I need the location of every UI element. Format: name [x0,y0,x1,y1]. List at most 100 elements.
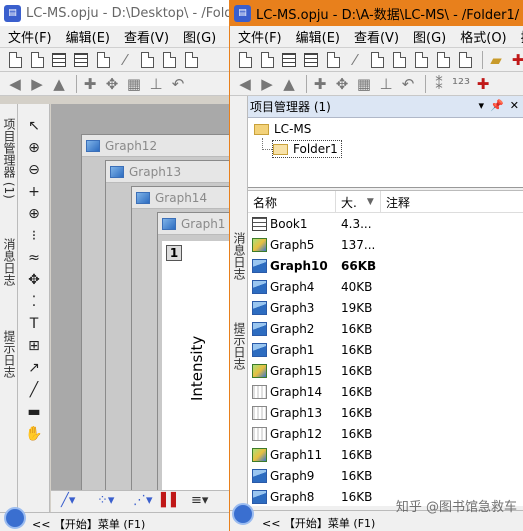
search-globe-icon[interactable] [4,507,26,529]
new-notes-icon[interactable] [138,51,156,69]
data-cursor-tool-icon[interactable]: ⁝ [24,226,44,246]
dropdown-arrow-icon[interactable]: ▾ [479,99,485,112]
new-document-icon[interactable] [28,51,46,69]
front-menu-format[interactable]: 格式(O) [460,27,506,46]
open-folder-icon[interactable]: ▰ [487,51,505,69]
list-item[interactable]: Graph14 16KB [248,381,523,402]
layer-number-button[interactable]: 1 [166,245,182,261]
new-project-icon[interactable] [236,51,254,69]
open-icon[interactable] [182,51,200,69]
line-tool-icon[interactable]: ╱ [24,380,44,400]
list-item[interactable]: Book1 4.3... [248,213,523,234]
undo-icon[interactable]: ↶ [399,75,417,93]
front-window-titlebar[interactable]: ▤ LC-MS.opju - D:\A-数据\LC-MS\ - /Folder1… [230,0,523,26]
new-workbook-icon[interactable] [50,51,68,69]
back-menu-file[interactable]: 文件(F) [8,27,52,46]
layer-content-icon[interactable]: ▦ [125,75,143,93]
new-excel-icon[interactable] [412,51,430,69]
forward-arrow-icon[interactable]: ▶ [28,75,46,93]
new-note-icon[interactable] [456,51,474,69]
new-notes-icon[interactable] [368,51,386,69]
scatter-plot-icon[interactable]: ⁘▾ [97,493,114,508]
new-function-icon[interactable]: ⁄ [116,51,134,69]
new-document-icon[interactable] [258,51,276,69]
new-project-icon[interactable] [6,51,24,69]
list-item[interactable]: Graph15 16KB [248,360,523,381]
front-vtab-message-log[interactable]: 消息日志 [230,228,248,280]
column-header-name[interactable]: 名称 [248,191,336,213]
layer-content-icon[interactable]: ▦ [355,75,373,93]
list-item[interactable]: Graph12 16KB [248,423,523,444]
arrow-tool-icon[interactable]: ↗ [24,358,44,378]
column-header-size[interactable]: 大. ▼ [336,191,381,213]
hand-tool-icon[interactable]: ✋ [24,424,44,444]
forward-arrow-icon[interactable]: ▶ [258,75,276,93]
crosshair-tool-icon[interactable]: + [24,182,44,202]
rescale-icon[interactable]: ✥ [103,75,121,93]
fill-column-icon[interactable]: ✚ [474,75,492,93]
back-menu-graph[interactable]: 图(G) [183,27,216,46]
undo-icon[interactable]: ↶ [169,75,187,93]
line-symbol-plot-icon[interactable]: ⋰▾ [133,493,153,508]
pin-icon[interactable]: ⊥ [377,75,395,93]
front-menu-view[interactable]: 查看(V) [354,27,399,46]
graph-page[interactable]: 1 Intensity 1. 9. 9. 8. 8. 7. 7. [162,241,235,490]
data-reader-tool-icon[interactable]: ⊕ [24,204,44,224]
new-function-icon[interactable]: ⁄ [346,51,364,69]
pointer-tool-icon[interactable]: ↖ [24,116,44,136]
list-item[interactable]: Graph1 16KB [248,339,523,360]
back-status-text[interactable]: << 【开始】菜单 (F1) [32,516,145,531]
rectangle-tool-icon[interactable]: ▬ [24,402,44,422]
close-icon[interactable]: ✕ [510,99,519,112]
new-layout-icon[interactable] [160,51,178,69]
back-menu-edit[interactable]: 编辑(E) [66,27,110,46]
add-layer-icon[interactable]: ✚ [311,75,329,93]
list-item[interactable]: Graph2 16KB [248,318,523,339]
up-folder-icon[interactable]: ▲ [50,75,68,93]
new-matrix-icon[interactable] [302,51,320,69]
add-layer-icon[interactable]: ✚ [81,75,99,93]
new-graph-icon[interactable] [324,51,342,69]
back-arrow-icon[interactable]: ◀ [236,75,254,93]
list-item[interactable]: Graph9 16KB [248,465,523,486]
back-origin-window[interactable]: ▤ LC-MS.opju - D:\Desktop\ - /Folde 文件(F… [0,0,236,531]
set-values-icon[interactable]: ¹²³ [452,75,470,93]
tree-child-folder[interactable]: Folder1 [272,140,342,158]
data-reader-icon[interactable]: ⁑ [430,75,448,93]
new-matrix-icon[interactable] [72,51,90,69]
pin-icon[interactable]: ⊥ [147,75,165,93]
list-item[interactable]: Graph10 66KB [248,255,523,276]
region-select-tool-icon[interactable]: ✥ [24,270,44,290]
zoom-out-tool-icon[interactable]: ⊖ [24,160,44,180]
column-plot-icon[interactable]: ▌▌ [161,493,181,508]
add-table-tool-icon[interactable]: ⊞ [24,336,44,356]
list-item[interactable]: Graph13 16KB [248,402,523,423]
zoom-in-tool-icon[interactable]: ⊕ [24,138,44,158]
new-script-icon[interactable] [434,51,452,69]
list-item[interactable]: Graph4 40KB [248,276,523,297]
list-item[interactable]: Graph5 137... [248,234,523,255]
column-header-comment[interactable]: 注释 [381,191,523,213]
pin-icon[interactable]: 📌 [490,99,504,112]
import-icon[interactable]: ✚ [509,51,523,69]
front-menu-edit[interactable]: 编辑(E) [296,27,340,46]
front-menu-file[interactable]: 文件(F) [238,27,282,46]
list-item[interactable]: Graph3 19KB [248,297,523,318]
new-workbook-icon[interactable] [280,51,298,69]
front-origin-window[interactable]: ▤ LC-MS.opju - D:\A-数据\LC-MS\ - /Folder1… [229,0,523,531]
new-layout-icon[interactable] [390,51,408,69]
front-status-text[interactable]: << 【开始】菜单 (F1) [262,515,375,531]
rescale-icon[interactable]: ✥ [333,75,351,93]
tree-root-folder[interactable]: LC-MS [254,122,311,136]
back-vtab-hint-log[interactable]: 提示日志 [0,326,18,378]
mask-tool-icon[interactable]: ⁚ [24,292,44,312]
graph-window-graph1[interactable]: Graph1 1 Intensity 1. 9. 9. 8. 8. 7. 7. [157,212,235,490]
new-graph-icon[interactable] [94,51,112,69]
draw-data-tool-icon[interactable]: ≈ [24,248,44,268]
back-window-titlebar[interactable]: ▤ LC-MS.opju - D:\Desktop\ - /Folde [0,0,235,26]
stack-plot-icon[interactable]: ≡▾ [191,493,208,508]
project-manager-titlebar[interactable]: 项目管理器 (1) ▾ 📌 ✕ [230,96,523,118]
search-globe-icon[interactable] [232,503,254,525]
back-vtab-message-log[interactable]: 消息日志 [0,234,18,286]
up-folder-icon[interactable]: ▲ [280,75,298,93]
